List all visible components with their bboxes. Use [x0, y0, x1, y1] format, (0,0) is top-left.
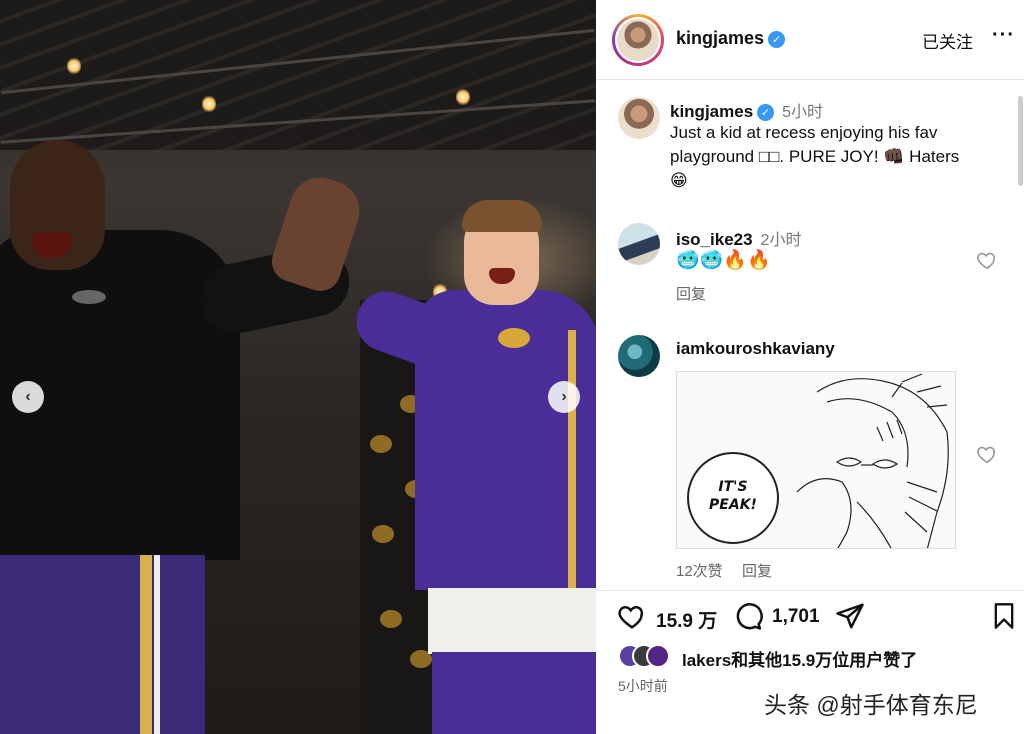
- avatar-image: [617, 19, 659, 61]
- author-username[interactable]: kingjames ✓: [676, 28, 786, 49]
- comment-text: 🥶🥶🔥🔥: [676, 250, 771, 271]
- toutiao-watermark: 头条 @射手体育东尼: [764, 692, 978, 718]
- bubble-text-line: PEAK!: [709, 497, 757, 513]
- comment-reply-link[interactable]: 回复: [742, 560, 772, 581]
- action-bar: 15.9 万 1,701: [596, 590, 1024, 646]
- backdrop-logo: [370, 435, 392, 453]
- comment-likes-count[interactable]: 12次赞: [676, 560, 723, 581]
- backdrop-logo: [380, 610, 402, 628]
- carousel-prev-button[interactable]: ‹: [12, 381, 44, 413]
- comment-like-heart-icon[interactable]: [976, 443, 998, 465]
- ceiling-lamp: [202, 95, 216, 113]
- comment-manga-image[interactable]: IT'S PEAK!: [676, 371, 956, 549]
- share-send-icon[interactable]: [834, 601, 866, 631]
- comment-username: iso_ike23: [676, 230, 753, 249]
- ceiling-grid: [0, 0, 596, 150]
- lakers-chest-logo: [72, 290, 106, 304]
- lakers-jersey-badge: [498, 328, 530, 348]
- comment-author[interactable]: iamkouroshkaviany: [676, 339, 835, 359]
- author-avatar[interactable]: [612, 14, 664, 66]
- lakers-avatar: [646, 644, 670, 668]
- player-two-shorts: [432, 652, 596, 734]
- verified-badge-icon: ✓: [757, 104, 775, 122]
- post-panel: kingjames ✓ 已关注 ··· kingjames ✓ 5小时 Just a …: [596, 0, 1024, 734]
- more-options-icon[interactable]: ···: [992, 24, 1015, 47]
- caption-time: 5小时: [782, 104, 824, 121]
- post-photo: ‹ ›: [0, 0, 596, 734]
- player-two-undershirt: [428, 588, 596, 654]
- liked-by-text: lakers和其他15.9万位用户赞了: [682, 651, 918, 670]
- comment-avatar[interactable]: [618, 335, 660, 377]
- following-button[interactable]: 已关注: [922, 28, 973, 53]
- comment-reply-link[interactable]: 回复: [676, 283, 706, 304]
- comment-count[interactable]: 1,701: [772, 606, 820, 628]
- speech-bubble: IT'S PEAK!: [687, 452, 779, 544]
- caption-username: kingjames: [670, 102, 754, 121]
- verified-badge-icon: ✓: [768, 30, 786, 48]
- comment-username: iamkouroshkaviany: [676, 339, 835, 358]
- like-heart-icon[interactable]: [616, 601, 648, 631]
- caption-line: Just a kid at recess enjoying his fav: [670, 123, 938, 142]
- post-timestamp: 5小时前: [618, 678, 668, 694]
- ceiling-lamp: [67, 57, 81, 75]
- comments-scrollbar[interactable]: [1018, 96, 1023, 186]
- shorts-stripe: [154, 555, 160, 734]
- caption-author[interactable]: kingjames ✓ 5小时: [670, 98, 823, 122]
- ceiling-lamp: [456, 88, 470, 106]
- comment-bubble-icon[interactable]: [732, 601, 764, 631]
- comment-time: 2小时: [760, 232, 802, 249]
- comment-like-heart-icon[interactable]: [976, 249, 998, 271]
- shorts-stripe: [140, 555, 152, 734]
- jersey-trim: [568, 330, 576, 590]
- chevron-right-icon: ›: [561, 388, 567, 405]
- caption-line: playground □□. PURE JOY! 👊🏿 Haters: [670, 147, 960, 166]
- chevron-left-icon: ‹: [25, 388, 31, 405]
- like-count[interactable]: 15.9 万: [656, 606, 717, 633]
- backdrop-logo: [372, 525, 394, 543]
- post-header: kingjames ✓ 已关注 ···: [596, 0, 1024, 80]
- username-text: kingjames: [676, 28, 765, 48]
- comment-avatar[interactable]: [618, 223, 660, 265]
- comment-author[interactable]: iso_ike23 2小时: [676, 226, 801, 250]
- bookmark-icon[interactable]: [990, 601, 1018, 631]
- player-two-hair: [462, 200, 542, 232]
- player-one-shorts: [0, 555, 205, 734]
- bubble-text-line: IT'S: [718, 479, 748, 495]
- caption-line: 😁: [670, 171, 688, 190]
- caption-author-avatar[interactable]: [618, 97, 660, 139]
- carousel-next-button[interactable]: ›: [548, 381, 580, 413]
- player-one-hand: [266, 169, 368, 297]
- comments-list[interactable]: kingjames ✓ 5小时 Just a kid at recess enjoy…: [596, 81, 1024, 581]
